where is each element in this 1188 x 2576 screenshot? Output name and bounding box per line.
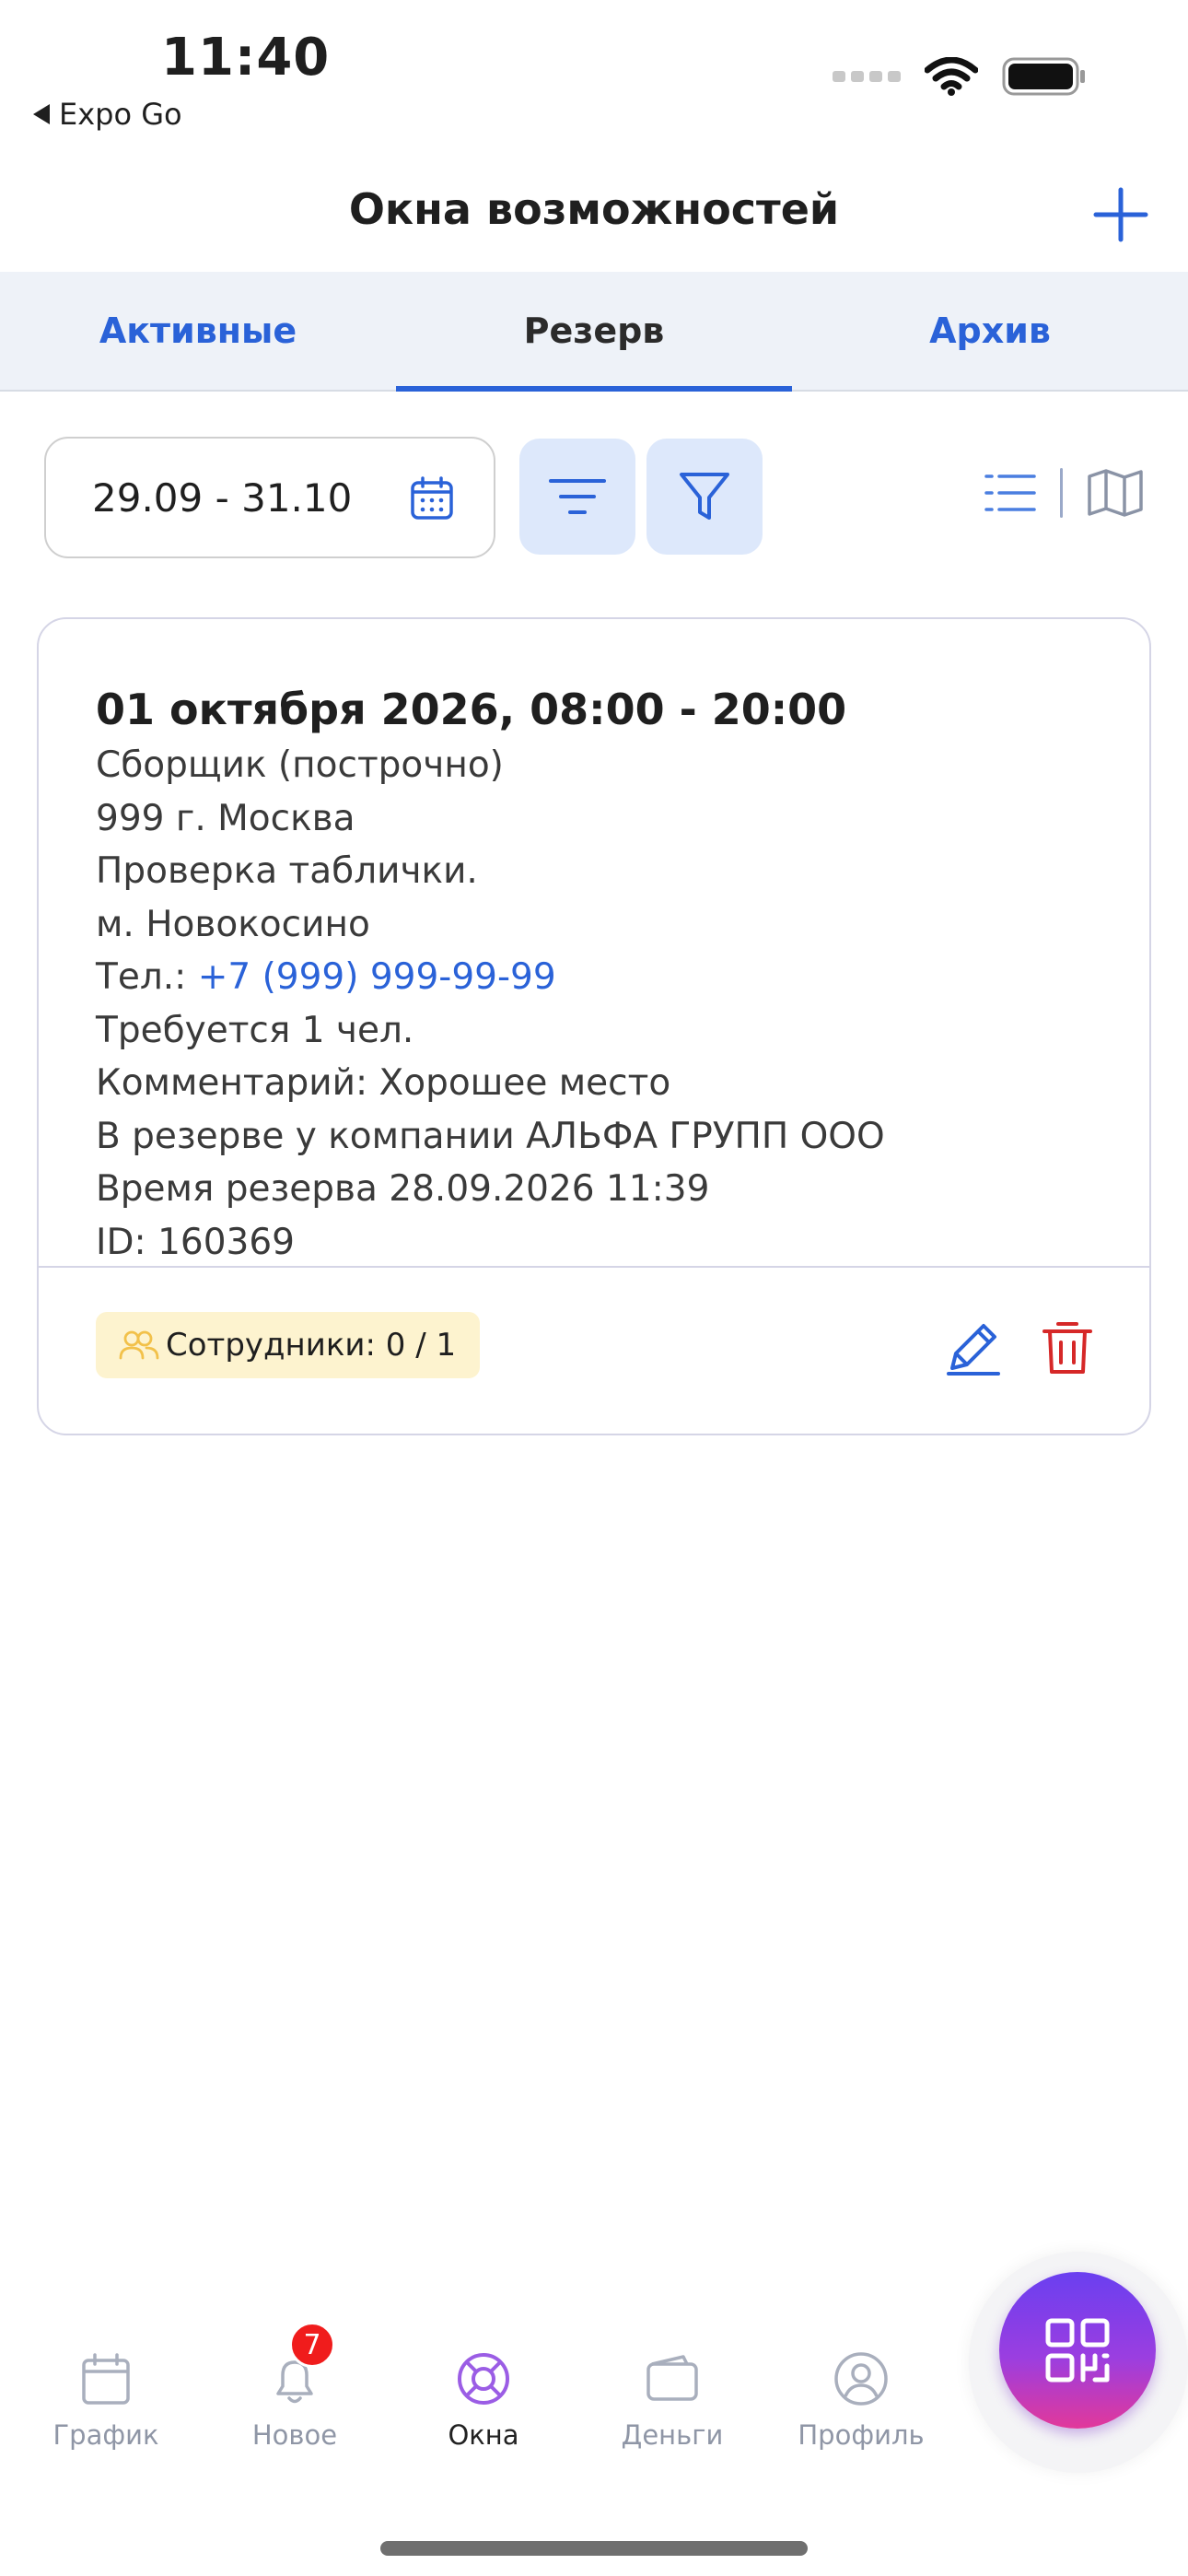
wifi-icon: [925, 57, 978, 96]
opportunity-card[interactable]: 01 октября 2026, 08:00 - 20:00 Сборщик (…: [37, 617, 1151, 1435]
nav-label-schedule: График: [52, 2419, 159, 2451]
bell-icon-wrap: 7: [265, 2322, 335, 2408]
status-icons: [833, 57, 1087, 96]
date-range-value: 29.09 - 31.10: [92, 474, 353, 521]
nav-label-windows: Окна: [448, 2419, 519, 2451]
plus-icon[interactable]: [1090, 184, 1151, 245]
view-toggle: [984, 468, 1144, 518]
employees-badge: Сотрудники: 0 / 1: [96, 1312, 481, 1378]
tab-reserve[interactable]: Резерв: [396, 272, 792, 392]
card-id: ID: 160369: [96, 1221, 295, 1263]
nav-label-new: Новое: [251, 2419, 338, 2451]
date-range-picker[interactable]: 29.09 - 31.10: [44, 437, 495, 558]
notification-badge: 7: [289, 2322, 335, 2368]
employees-count: Сотрудники: 0 / 1: [166, 1327, 457, 1364]
wallet-icon: [646, 2355, 698, 2401]
filter-button[interactable]: [646, 439, 763, 555]
card-title: 01 октября 2026, 08:00 - 20:00: [96, 685, 847, 734]
nav-item-new[interactable]: 7 Новое: [212, 2322, 378, 2451]
status-bar: 11:40 Expo Go: [0, 0, 1188, 157]
position-text: Сборщик (построчно): [96, 744, 504, 786]
filter-icon: [680, 473, 729, 520]
tab-archive[interactable]: Архив: [792, 272, 1188, 390]
metro-text: м. Новокосино: [96, 903, 370, 945]
reserved-by-text: В резерве у компании АЛЬФА ГРУПП ООО: [96, 1115, 885, 1157]
cellular-signal-icon: [833, 71, 901, 82]
calendar-icon: [82, 2353, 130, 2405]
toolbar: 29.09 - 31.10: [44, 437, 1144, 558]
sort-button[interactable]: [519, 439, 635, 555]
home-indicator: [380, 2541, 808, 2556]
phone-label: Тел.:: [96, 956, 198, 998]
calendar-icon: [411, 476, 453, 520]
map-view-icon[interactable]: [1087, 469, 1144, 517]
bottom-nav: График 7 Новое Окна Деньги Профиль: [0, 2322, 976, 2497]
qr-code-icon: [1045, 2318, 1110, 2383]
card-body: 01 октября 2026, 08:00 - 20:00 Сборщик (…: [39, 619, 1149, 1269]
page-title: Окна возможностей: [348, 184, 840, 234]
phone-link[interactable]: +7 (999) 999-99-99: [198, 956, 556, 998]
reserve-time-text: Время резерва 28.09.2026 11:39: [96, 1168, 710, 1210]
tab-bar: Активные Резерв Архив: [0, 272, 1188, 392]
back-arrow-icon: [33, 104, 50, 124]
nav-label-money: Деньги: [621, 2419, 724, 2451]
nav-item-schedule[interactable]: График: [23, 2349, 189, 2451]
trash-icon[interactable]: [1035, 1315, 1100, 1379]
nav-item-windows[interactable]: Окна: [401, 2349, 566, 2451]
list-view-icon[interactable]: [984, 472, 1036, 514]
nav-item-money[interactable]: Деньги: [589, 2349, 755, 2451]
tab-active[interactable]: Активные: [0, 272, 396, 390]
lifebuoy-icon: [458, 2353, 509, 2405]
edit-icon[interactable]: [941, 1315, 1006, 1379]
battery-icon: [1002, 57, 1085, 96]
status-time: 11:40: [161, 28, 331, 88]
user-icon: [834, 2352, 888, 2406]
task-text: Проверка таблички.: [96, 850, 478, 892]
back-app-label: Expo Go: [59, 97, 182, 132]
comment-text: Комментарий: Хорошее место: [96, 1062, 671, 1104]
back-to-app-link[interactable]: Expo Go: [33, 97, 182, 132]
phone-row: Тел.: +7 (999) 999-99-99: [96, 951, 1094, 1004]
view-divider: [1060, 468, 1063, 518]
users-icon: [119, 1330, 159, 1360]
qr-scan-button[interactable]: [999, 2272, 1156, 2429]
sort-icon: [549, 479, 606, 514]
nav-item-profile[interactable]: Профиль: [778, 2349, 944, 2451]
required-text: Требуется 1 чел.: [96, 1009, 414, 1051]
address-text: 999 г. Москва: [96, 797, 355, 839]
card-divider: [39, 1266, 1149, 1268]
nav-label-profile: Профиль: [798, 2419, 925, 2451]
app-header: Окна возможностей: [0, 166, 1188, 272]
